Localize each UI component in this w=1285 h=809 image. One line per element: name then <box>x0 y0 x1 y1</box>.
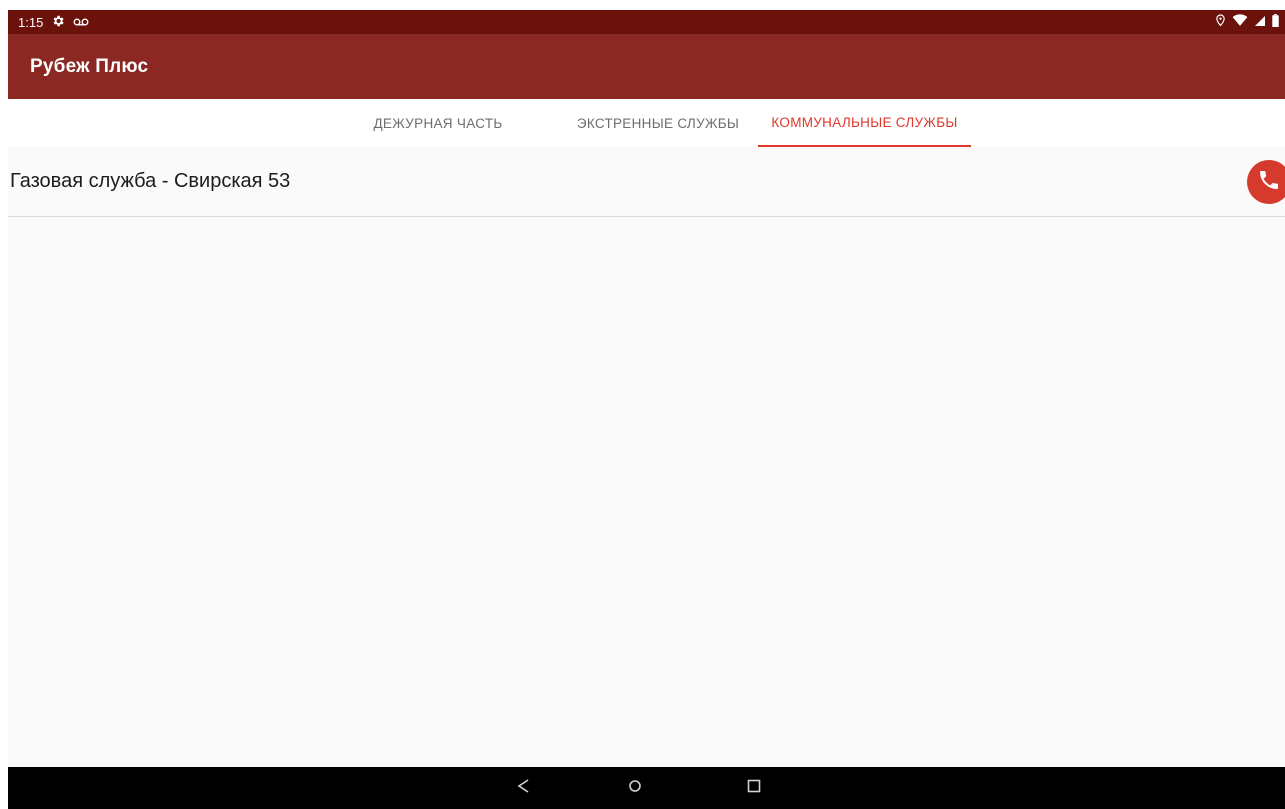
tab-bar: ДЕЖУРНАЯ ЧАСТЬ ЭКСТРЕННЫЕ СЛУЖБЫ КОММУНА… <box>8 99 1285 147</box>
list-item[interactable]: Газовая служба - Свирская 53 <box>8 147 1285 217</box>
screen: 1:15 Рубеж Плюс ДЕЖУРНАЯ ЧАСТЬ ЭКСТРЕННЫ… <box>8 10 1285 809</box>
navigation-bar <box>8 767 1285 809</box>
status-right <box>1215 14 1285 30</box>
back-button[interactable] <box>503 767 543 809</box>
status-left: 1:15 <box>8 14 89 31</box>
status-bar: 1:15 <box>8 10 1285 34</box>
status-time: 1:15 <box>18 14 44 30</box>
tab-label: ЭКСТРЕННЫЕ СЛУЖБЫ <box>576 115 740 131</box>
voicemail-icon <box>73 15 89 30</box>
home-icon <box>628 779 642 798</box>
tab-label: ДЕЖУРНАЯ ЧАСТЬ <box>373 115 503 131</box>
phone-icon <box>1257 168 1281 197</box>
recents-button[interactable] <box>734 767 774 809</box>
wifi-icon <box>1232 14 1248 30</box>
recents-icon <box>747 779 761 798</box>
gear-icon <box>51 14 65 31</box>
tab-emergency-services[interactable]: ЭКСТРЕННЫЕ СЛУЖБЫ <box>558 99 758 147</box>
call-button[interactable] <box>1247 160 1285 204</box>
battery-icon <box>1272 14 1279 30</box>
app-title: Рубеж Плюс <box>30 55 149 77</box>
tab-label: КОММУНАЛЬНЫЕ СЛУЖБЫ <box>771 114 958 130</box>
location-icon <box>1215 14 1226 30</box>
app-bar: Рубеж Плюс <box>8 34 1285 99</box>
tab-utility-services[interactable]: КОММУНАЛЬНЫЕ СЛУЖБЫ <box>758 99 971 147</box>
tab-duty-unit[interactable]: ДЕЖУРНАЯ ЧАСТЬ <box>358 99 518 147</box>
signal-icon <box>1254 15 1266 30</box>
home-button[interactable] <box>615 767 655 809</box>
back-icon <box>516 778 530 799</box>
list-item-label: Газовая служба - Свирская 53 <box>10 170 291 192</box>
